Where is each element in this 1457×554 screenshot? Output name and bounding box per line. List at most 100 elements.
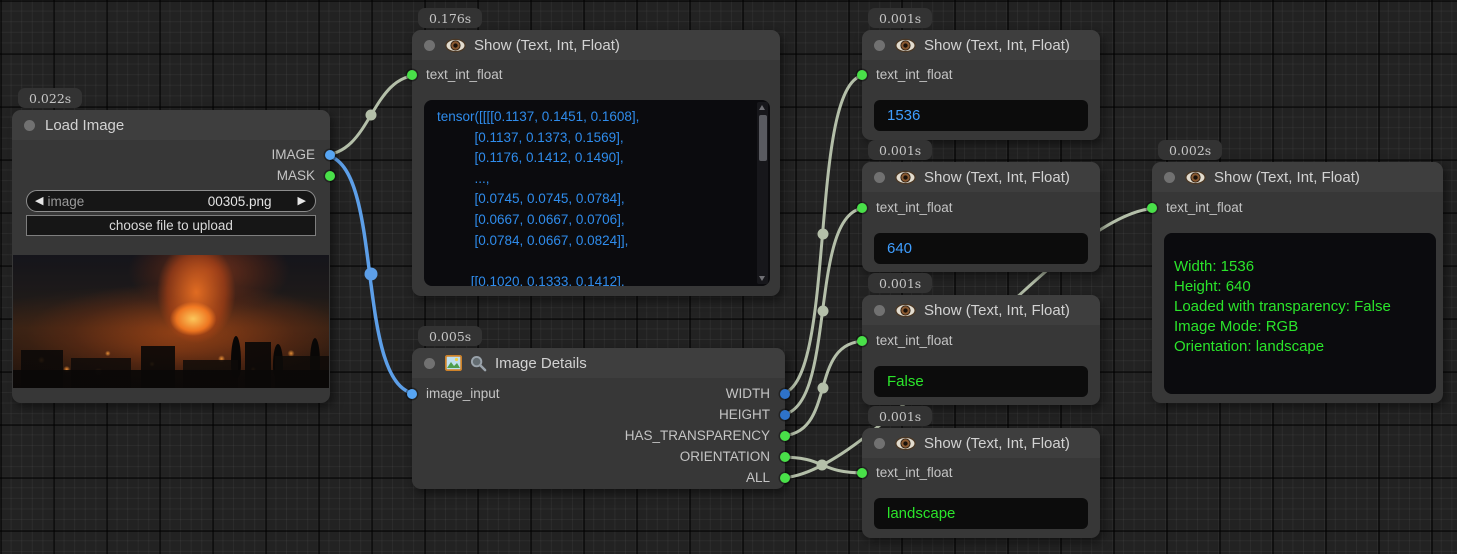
wire-midpoint-dot: [366, 110, 377, 121]
combo-prev-icon[interactable]: ◀: [35, 191, 43, 211]
output-socket-mask[interactable]: [325, 171, 335, 181]
exec-time-badge: 0.001s: [868, 273, 932, 293]
collapse-dot-icon[interactable]: [24, 120, 35, 131]
node-title: Show (Text, Int, Float): [1214, 169, 1360, 186]
input-slot-text-int-float: text_int_float: [862, 198, 1100, 218]
input-slot-text-int-float: text_int_float: [862, 65, 1100, 85]
tree-silhouette: [310, 338, 320, 378]
node-title-bar[interactable]: Show (Text, Int, Float): [862, 30, 1100, 60]
image-filename-combo[interactable]: ◀ image 00305.png ▶: [26, 190, 316, 212]
tree-silhouette: [231, 336, 241, 378]
input-socket[interactable]: [857, 203, 867, 213]
exec-time-badge: 0.001s: [868, 140, 932, 160]
node-title: Load Image: [45, 117, 124, 134]
collapse-dot-icon[interactable]: [424, 358, 435, 369]
node-title: Show (Text, Int, Float): [924, 435, 1070, 452]
input-socket[interactable]: [1147, 203, 1157, 213]
tree-silhouette: [273, 344, 283, 378]
node-title: Image Details: [495, 355, 587, 372]
scrollbar-thumb[interactable]: [759, 115, 767, 161]
collapse-dot-icon[interactable]: [874, 438, 885, 449]
tensor-output-text: tensor([[[[0.1137, 0.1451, 0.1608], [0.1…: [424, 100, 770, 286]
wire-midpoint-dot: [818, 306, 829, 317]
scroll-up-icon[interactable]: [759, 105, 765, 110]
collapse-dot-icon[interactable]: [874, 305, 885, 316]
node-title-bar[interactable]: Show (Text, Int, Float): [862, 428, 1100, 458]
collapse-dot-icon[interactable]: [874, 40, 885, 51]
input-slot-text-int-float: text_int_float: [862, 463, 1100, 483]
output-slot-height: HEIGHT: [412, 405, 785, 425]
output-slot-orientation: ORIENTATION: [412, 447, 785, 467]
eye-icon: [895, 170, 916, 185]
node-title-bar[interactable]: Show (Text, Int, Float): [862, 295, 1100, 325]
value-display-height[interactable]: 640: [874, 233, 1088, 264]
node-show-orientation[interactable]: 0.001s Show (Text, Int, Float) text_int_…: [862, 428, 1100, 538]
node-title-bar[interactable]: Load Image: [12, 110, 330, 140]
node-title-bar[interactable]: Show (Text, Int, Float): [412, 30, 780, 60]
choose-file-button[interactable]: choose file to upload: [26, 215, 316, 236]
eye-icon: [895, 38, 916, 53]
eye-icon: [445, 38, 466, 53]
node-title: Show (Text, Int, Float): [474, 37, 620, 54]
input-socket[interactable]: [857, 468, 867, 478]
input-slot-text-int-float: text_int_float: [412, 65, 780, 85]
combo-label: image: [47, 194, 207, 209]
input-slot-text-int-float: text_int_float: [1152, 198, 1443, 218]
output-socket-has-transparency[interactable]: [780, 431, 790, 441]
node-load-image[interactable]: 0.022s Load Image IMAGE MASK ◀ image 003…: [12, 110, 330, 403]
value-display-width[interactable]: 1536: [874, 100, 1088, 131]
exec-time-badge: 0.001s: [868, 8, 932, 28]
combo-next-icon[interactable]: ▶: [298, 191, 306, 211]
value-display-orientation[interactable]: landscape: [874, 498, 1088, 529]
node-show-transparency[interactable]: 0.001s Show (Text, Int, Float) text_int_…: [862, 295, 1100, 405]
collapse-dot-icon[interactable]: [874, 172, 885, 183]
node-title: Show (Text, Int, Float): [924, 37, 1070, 54]
node-show-height[interactable]: 0.001s Show (Text, Int, Float) text_int_…: [862, 162, 1100, 272]
value-display-transparency[interactable]: False: [874, 366, 1088, 397]
node-title: Show (Text, Int, Float): [924, 302, 1070, 319]
output-socket-orientation[interactable]: [780, 452, 790, 462]
node-show-tensor[interactable]: 0.176s Show (Text, Int, Float) text_int_…: [412, 30, 780, 296]
summary-output-textarea[interactable]: Width: 1536 Height: 640 Loaded with tran…: [1164, 233, 1436, 394]
wire-midpoint-dot: [365, 268, 378, 281]
scroll-down-icon[interactable]: [759, 276, 765, 281]
wire-midpoint-dot: [818, 229, 829, 240]
node-show-width[interactable]: 0.001s Show (Text, Int, Float) text_int_…: [862, 30, 1100, 140]
eye-icon: [895, 303, 916, 318]
node-graph-canvas[interactable]: 0.022s Load Image IMAGE MASK ◀ image 003…: [0, 0, 1457, 554]
node-title: Show (Text, Int, Float): [924, 169, 1070, 186]
node-show-all[interactable]: 0.002s Show (Text, Int, Float) text_int_…: [1152, 162, 1443, 403]
output-slot-image: IMAGE: [12, 145, 330, 165]
tensor-output-textarea[interactable]: tensor([[[[0.1137, 0.1451, 0.1608], [0.1…: [424, 100, 770, 286]
output-slot-mask: MASK: [12, 166, 330, 186]
exec-time-badge: 0.002s: [1158, 140, 1222, 160]
node-image-details[interactable]: 0.005s Image Details image_input WIDTH H…: [412, 348, 785, 489]
eye-icon: [1185, 170, 1206, 185]
eye-icon: [895, 436, 916, 451]
collapse-dot-icon[interactable]: [1164, 172, 1175, 183]
input-socket[interactable]: [407, 70, 417, 80]
image-preview: [13, 255, 329, 388]
output-socket-width[interactable]: [780, 389, 790, 399]
exec-time-badge: 0.001s: [868, 406, 932, 426]
output-slot-all: ALL: [412, 468, 785, 488]
magnifier-icon: [470, 355, 487, 372]
output-socket-all[interactable]: [780, 473, 790, 483]
combo-value: 00305.png: [208, 194, 272, 209]
output-socket-height[interactable]: [780, 410, 790, 420]
exec-time-badge: 0.022s: [18, 88, 82, 108]
wire-midpoint-dot: [818, 383, 829, 394]
collapse-dot-icon[interactable]: [424, 40, 435, 51]
input-slot-text-int-float: text_int_float: [862, 331, 1100, 351]
input-socket[interactable]: [857, 336, 867, 346]
node-title-bar[interactable]: Show (Text, Int, Float): [1152, 162, 1443, 192]
exec-time-badge: 0.005s: [418, 326, 482, 346]
node-title-bar[interactable]: Show (Text, Int, Float): [862, 162, 1100, 192]
output-socket-image[interactable]: [325, 150, 335, 160]
summary-output-text: Width: 1536 Height: 640 Loaded with tran…: [1164, 233, 1436, 357]
textarea-scrollbar[interactable]: [757, 102, 768, 284]
node-title-bar[interactable]: Image Details: [412, 348, 785, 378]
input-socket[interactable]: [857, 70, 867, 80]
framed-picture-icon: [445, 355, 462, 371]
exec-time-badge: 0.176s: [418, 8, 482, 28]
